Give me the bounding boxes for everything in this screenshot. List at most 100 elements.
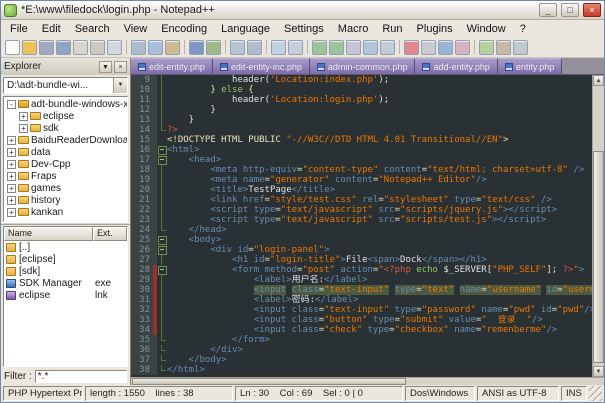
- editor-line[interactable]: 36 </div>: [131, 345, 592, 355]
- editor-line[interactable]: 20 <title>TestPage</title>: [131, 185, 592, 195]
- sync-horizontal-icon[interactable]: [329, 40, 344, 55]
- editor-line[interactable]: 31 <label>密码:</label>: [131, 295, 592, 305]
- tab-edit-entity-php[interactable]: edit-entity.php: [131, 58, 213, 74]
- tree-item-kankan[interactable]: +kankan: [4, 206, 127, 218]
- replace-icon[interactable]: [247, 40, 262, 55]
- editor-line[interactable]: 11 header('Location:login.php');: [131, 95, 592, 105]
- run-macro-multiple-icon[interactable]: [455, 40, 470, 55]
- file-item-eclipse[interactable]: [eclipse]: [4, 253, 127, 265]
- save-icon[interactable]: [39, 40, 54, 55]
- play-macro-icon[interactable]: [438, 40, 453, 55]
- editor-line[interactable]: 17 <head>: [131, 155, 592, 165]
- doc-switcher-icon[interactable]: [513, 40, 528, 55]
- menu-file[interactable]: File: [3, 22, 35, 36]
- file-item-sdk[interactable]: [sdk]: [4, 265, 127, 277]
- editor-line[interactable]: 35 </form>: [131, 335, 592, 345]
- file-item-eclipse[interactable]: eclipselnk: [4, 289, 127, 301]
- editor-line[interactable]: 30 <input class="text-input" type="text"…: [131, 285, 592, 295]
- tree-expander-icon[interactable]: +: [7, 184, 16, 193]
- editor-line[interactable]: 29 <label>用户名:</label>: [131, 275, 592, 285]
- tree-expander-icon[interactable]: +: [19, 112, 28, 121]
- menu-run[interactable]: Run: [375, 22, 409, 36]
- paste-icon[interactable]: [165, 40, 180, 55]
- open-folder-icon[interactable]: [22, 40, 37, 55]
- tree-item-dev-cpp[interactable]: +Dev-Cpp: [4, 158, 127, 170]
- tree-item-sdk[interactable]: +sdk: [4, 122, 127, 134]
- editor-line[interactable]: 33 <input class="button" type="submit" v…: [131, 315, 592, 325]
- editor-line[interactable]: 14?>: [131, 125, 592, 135]
- fold-marker[interactable]: [157, 235, 167, 245]
- save-all-icon[interactable]: [56, 40, 71, 55]
- copy-icon[interactable]: [148, 40, 163, 55]
- menu-window[interactable]: Window: [460, 22, 513, 36]
- fold-marker[interactable]: [157, 145, 167, 155]
- tree-expander-icon[interactable]: +: [19, 124, 28, 133]
- tree-expander-icon[interactable]: -: [7, 100, 16, 109]
- new-file-icon[interactable]: [5, 40, 20, 55]
- tab-add-entity-php[interactable]: add-entity.php: [415, 58, 497, 74]
- find-icon[interactable]: [230, 40, 245, 55]
- menu-language[interactable]: Language: [214, 22, 277, 36]
- panel-splitter[interactable]: [1, 222, 130, 225]
- explorer-header[interactable]: Explorer ▼ ×: [1, 58, 131, 75]
- tree-expander-icon[interactable]: +: [7, 208, 16, 217]
- explorer-menu-icon[interactable]: ▼: [99, 61, 112, 73]
- editor-line[interactable]: 12 }: [131, 105, 592, 115]
- code-area[interactable]: 9 header('Location:index.php');10 } else…: [131, 75, 592, 377]
- editor-line[interactable]: 21 <link href="style/test.css" rel="styl…: [131, 195, 592, 205]
- tree-expander-icon[interactable]: +: [7, 196, 16, 205]
- explorer-close-icon[interactable]: ×: [114, 61, 127, 73]
- tree-expander-icon[interactable]: +: [7, 172, 16, 181]
- undo-icon[interactable]: [189, 40, 204, 55]
- tree-item-history[interactable]: +history: [4, 194, 127, 206]
- print-icon[interactable]: [107, 40, 122, 55]
- menu-macro[interactable]: Macro: [331, 22, 376, 36]
- editor-line[interactable]: 25 <body>: [131, 235, 592, 245]
- file-list-column-name[interactable]: Name: [4, 227, 93, 241]
- file-list-column-ext[interactable]: Ext.: [93, 227, 127, 241]
- function-list-icon[interactable]: [479, 40, 494, 55]
- menu-encoding[interactable]: Encoding: [154, 22, 214, 36]
- filter-input[interactable]: *.*: [35, 370, 127, 383]
- editor-line[interactable]: 22 <script type="text/javascript" src="s…: [131, 205, 592, 215]
- tree-item-games[interactable]: +games: [4, 182, 127, 194]
- tree-item-eclipse[interactable]: +eclipse: [4, 110, 127, 122]
- editor-line[interactable]: 9 header('Location:index.php');: [131, 75, 592, 85]
- sync-vertical-icon[interactable]: [312, 40, 327, 55]
- tree-expander-icon[interactable]: +: [7, 160, 16, 169]
- horizontal-scroll-thumb[interactable]: [132, 378, 406, 385]
- file-item-sdk-manager[interactable]: SDK Managerexe: [4, 277, 127, 289]
- fold-marker[interactable]: [157, 245, 167, 255]
- editor-line[interactable]: 34 <input class="check" type="checkbox" …: [131, 325, 592, 335]
- tab-edit-entity-inc-php[interactable]: edit-entity-inc.php: [213, 58, 310, 74]
- record-macro-icon[interactable]: [404, 40, 419, 55]
- title-bar[interactable]: *E:\www\filedock\login.php - Notepad++ _…: [1, 1, 604, 20]
- editor-line[interactable]: 13 }: [131, 115, 592, 125]
- editor-line[interactable]: 38</html>: [131, 365, 592, 375]
- editor-line[interactable]: 16<html>: [131, 145, 592, 155]
- indent-guide-icon[interactable]: [380, 40, 395, 55]
- redo-icon[interactable]: [206, 40, 221, 55]
- zoom-out-icon[interactable]: [288, 40, 303, 55]
- tree-item-baidureaderdownload[interactable]: +BaiduReaderDownload: [4, 134, 127, 146]
- editor-line[interactable]: 28 <form method="post" action="<?php ech…: [131, 265, 592, 275]
- maximize-button[interactable]: □: [561, 3, 579, 17]
- tree-expander-icon[interactable]: +: [7, 136, 16, 145]
- editor-line[interactable]: 37 </body>: [131, 355, 592, 365]
- editor-line[interactable]: 23 <script type="text/javascript" src="s…: [131, 215, 592, 225]
- editor-line[interactable]: 32 <input class="text-input" type="passw…: [131, 305, 592, 315]
- zoom-in-icon[interactable]: [271, 40, 286, 55]
- combo-dropdown-icon[interactable]: ▼: [113, 78, 127, 93]
- editor-line[interactable]: 15<!DOCTYPE HTML PUBLIC "-//W3C//DTD HTM…: [131, 135, 592, 145]
- tree-expander-icon[interactable]: +: [7, 148, 16, 157]
- doc-map-icon[interactable]: [496, 40, 511, 55]
- close-button[interactable]: ×: [583, 3, 601, 17]
- close-file-icon[interactable]: [73, 40, 88, 55]
- horizontal-scrollbar[interactable]: [131, 377, 604, 385]
- vertical-scrollbar[interactable]: ▲ ▼: [592, 75, 604, 377]
- editor-line[interactable]: 26 <div id="login-panel">: [131, 245, 592, 255]
- editor-line[interactable]: 27 <h1 id="login-title">File<span>Dock</…: [131, 255, 592, 265]
- word-wrap-icon[interactable]: [346, 40, 361, 55]
- tree-item-adt-bundle-windows-x86-64-201[interactable]: -adt-bundle-windows-x86_64-201: [4, 98, 127, 110]
- scroll-up-icon[interactable]: ▲: [593, 75, 604, 86]
